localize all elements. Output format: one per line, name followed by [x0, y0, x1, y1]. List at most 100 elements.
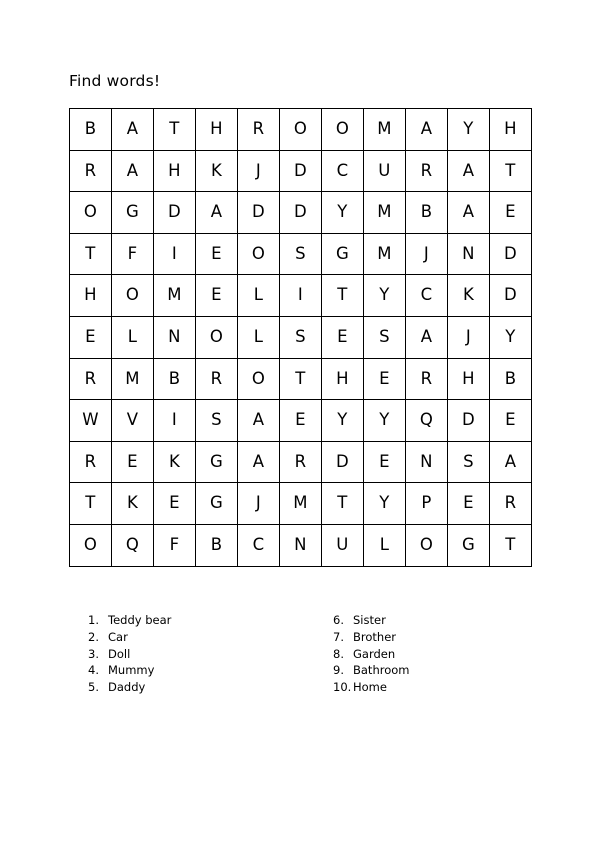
letter-cell[interactable]: A: [237, 440, 280, 484]
word-search-grid[interactable]: BATHROOMAYHRAHKJDCURATOGDADDYMBAETFIEOSG…: [69, 108, 532, 567]
letter-cell[interactable]: A: [195, 191, 238, 234]
letter-cell[interactable]: O: [237, 357, 280, 401]
letter-cell[interactable]: L: [111, 315, 154, 359]
letter-cell[interactable]: D: [279, 191, 322, 234]
letter-cell[interactable]: E: [195, 274, 238, 317]
letter-cell[interactable]: A: [447, 149, 490, 193]
letter-cell[interactable]: Y: [363, 399, 406, 442]
letter-cell[interactable]: J: [405, 232, 448, 276]
letter-cell[interactable]: B: [69, 108, 112, 151]
letter-cell[interactable]: E: [489, 399, 532, 442]
letter-cell[interactable]: C: [405, 274, 448, 317]
letter-cell[interactable]: M: [279, 482, 322, 525]
word-list-item[interactable]: 7. Brother: [333, 630, 528, 647]
letter-cell[interactable]: Q: [111, 523, 154, 567]
letter-cell[interactable]: Y: [447, 108, 490, 151]
letter-cell[interactable]: O: [321, 108, 364, 151]
word-list-item[interactable]: 1. Teddy bear: [88, 613, 333, 630]
letter-cell[interactable]: K: [195, 149, 238, 193]
letter-cell[interactable]: Y: [321, 399, 364, 442]
letter-cell[interactable]: D: [489, 274, 532, 317]
word-list-item[interactable]: 2. Car: [88, 630, 333, 647]
letter-cell[interactable]: H: [321, 357, 364, 401]
letter-cell[interactable]: O: [69, 191, 112, 234]
letter-cell[interactable]: J: [447, 315, 490, 359]
letter-cell[interactable]: R: [405, 149, 448, 193]
letter-cell[interactable]: T: [69, 232, 112, 276]
letter-cell[interactable]: A: [237, 399, 280, 442]
letter-cell[interactable]: E: [363, 440, 406, 484]
letter-cell[interactable]: T: [153, 108, 196, 151]
letter-cell[interactable]: D: [321, 440, 364, 484]
letter-cell[interactable]: R: [237, 108, 280, 151]
letter-cell[interactable]: H: [489, 108, 532, 151]
word-list-item[interactable]: 5. Daddy: [88, 680, 333, 697]
letter-cell[interactable]: C: [321, 149, 364, 193]
letter-cell[interactable]: W: [69, 399, 112, 442]
letter-cell[interactable]: A: [405, 315, 448, 359]
letter-cell[interactable]: E: [153, 482, 196, 525]
letter-cell[interactable]: N: [153, 315, 196, 359]
letter-cell[interactable]: L: [237, 315, 280, 359]
letter-cell[interactable]: E: [195, 232, 238, 276]
letter-cell[interactable]: D: [279, 149, 322, 193]
letter-cell[interactable]: B: [405, 191, 448, 234]
letter-cell[interactable]: G: [195, 482, 238, 525]
letter-cell[interactable]: M: [153, 274, 196, 317]
letter-cell[interactable]: M: [111, 357, 154, 401]
letter-cell[interactable]: R: [405, 357, 448, 401]
letter-cell[interactable]: K: [153, 440, 196, 484]
letter-cell[interactable]: O: [195, 315, 238, 359]
letter-cell[interactable]: R: [195, 357, 238, 401]
letter-cell[interactable]: A: [447, 191, 490, 234]
letter-cell[interactable]: B: [489, 357, 532, 401]
letter-cell[interactable]: T: [489, 523, 532, 567]
letter-cell[interactable]: Q: [405, 399, 448, 442]
letter-cell[interactable]: Y: [489, 315, 532, 359]
letter-cell[interactable]: O: [69, 523, 112, 567]
letter-cell[interactable]: O: [405, 523, 448, 567]
letter-cell[interactable]: M: [363, 232, 406, 276]
letter-cell[interactable]: A: [111, 149, 154, 193]
letter-cell[interactable]: O: [279, 108, 322, 151]
letter-cell[interactable]: O: [111, 274, 154, 317]
letter-cell[interactable]: E: [363, 357, 406, 401]
letter-cell[interactable]: T: [489, 149, 532, 193]
letter-cell[interactable]: E: [447, 482, 490, 525]
letter-cell[interactable]: R: [69, 440, 112, 484]
letter-cell[interactable]: H: [153, 149, 196, 193]
letter-cell[interactable]: T: [321, 274, 364, 317]
letter-cell[interactable]: R: [279, 440, 322, 484]
letter-cell[interactable]: Y: [321, 191, 364, 234]
word-list-item[interactable]: 3. Doll: [88, 647, 333, 664]
letter-cell[interactable]: E: [321, 315, 364, 359]
letter-cell[interactable]: H: [195, 108, 238, 151]
letter-cell[interactable]: S: [279, 315, 322, 359]
letter-cell[interactable]: R: [69, 149, 112, 193]
letter-cell[interactable]: P: [405, 482, 448, 525]
letter-cell[interactable]: D: [153, 191, 196, 234]
letter-cell[interactable]: I: [279, 274, 322, 317]
letter-cell[interactable]: G: [195, 440, 238, 484]
letter-cell[interactable]: C: [237, 523, 280, 567]
letter-cell[interactable]: T: [279, 357, 322, 401]
letter-cell[interactable]: A: [111, 108, 154, 151]
letter-cell[interactable]: E: [69, 315, 112, 359]
letter-cell[interactable]: T: [321, 482, 364, 525]
letter-cell[interactable]: I: [153, 232, 196, 276]
letter-cell[interactable]: V: [111, 399, 154, 442]
letter-cell[interactable]: D: [447, 399, 490, 442]
letter-cell[interactable]: D: [489, 232, 532, 276]
letter-cell[interactable]: M: [363, 191, 406, 234]
letter-cell[interactable]: E: [279, 399, 322, 442]
letter-cell[interactable]: U: [363, 149, 406, 193]
letter-cell[interactable]: A: [405, 108, 448, 151]
letter-cell[interactable]: N: [279, 523, 322, 567]
letter-cell[interactable]: S: [363, 315, 406, 359]
letter-cell[interactable]: O: [237, 232, 280, 276]
letter-cell[interactable]: Y: [363, 482, 406, 525]
letter-cell[interactable]: B: [195, 523, 238, 567]
letter-cell[interactable]: K: [447, 274, 490, 317]
letter-cell[interactable]: S: [447, 440, 490, 484]
letter-cell[interactable]: F: [111, 232, 154, 276]
